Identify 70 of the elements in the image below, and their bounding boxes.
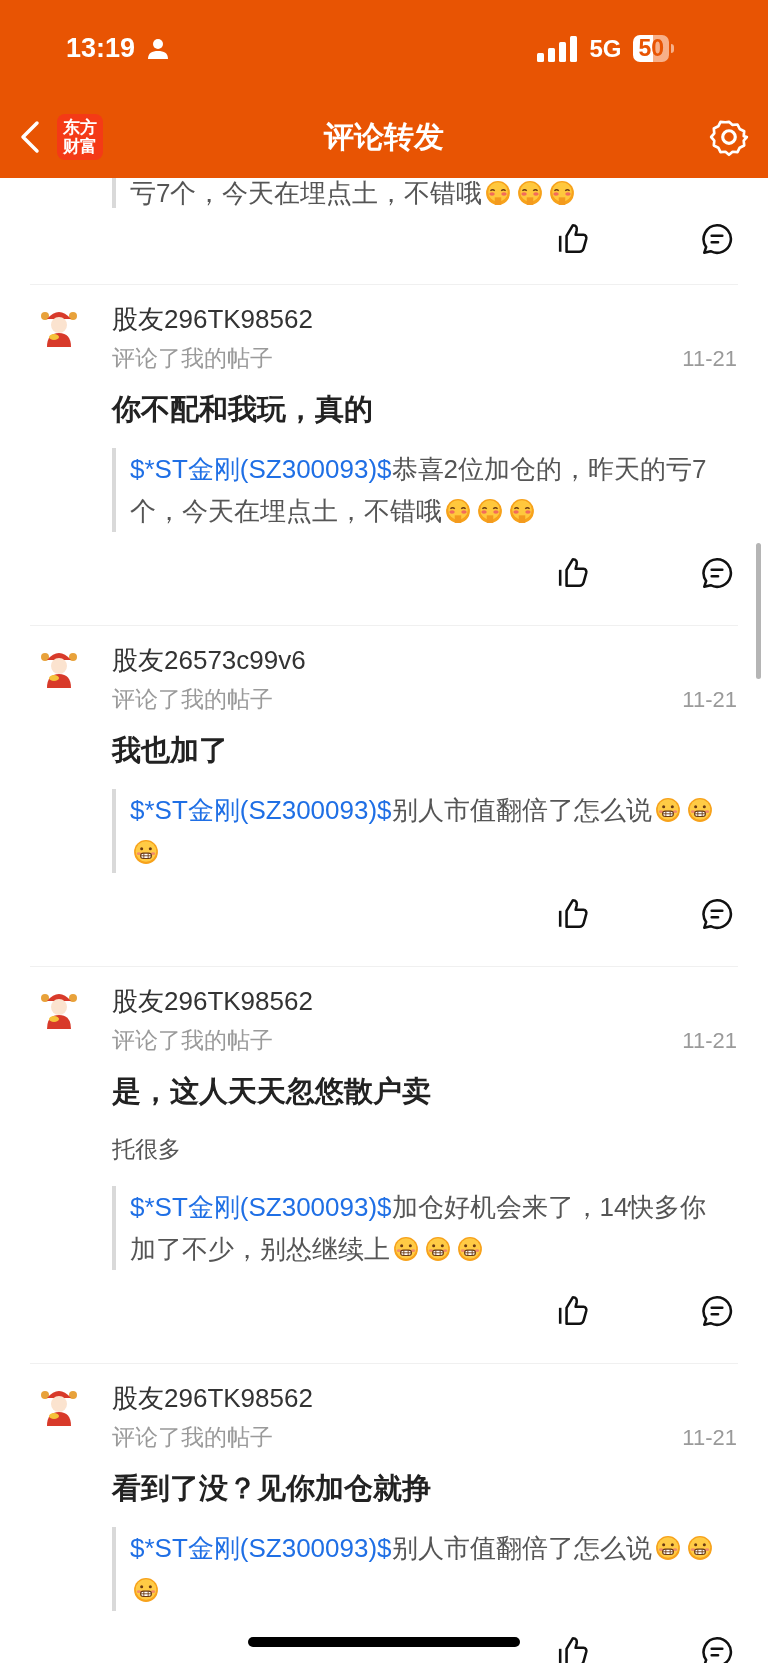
emoji-icon [509,498,535,524]
comment-icon [700,1294,734,1328]
page-title: 评论转发 [324,119,444,155]
comment-button[interactable] [700,222,734,256]
comment-button[interactable] [700,1635,734,1663]
like-button[interactable] [557,222,591,256]
thumbs-up-icon [557,1635,591,1663]
emoji-icon [654,797,681,823]
emoji-icon [549,180,576,206]
activity-label: 评论了我的帖子 [112,1025,273,1055]
quote-text: $*ST金刚(SZ300093)$加仓好机会来了，14快多你加了不少，别怂继续上 [130,1191,708,1266]
signal-icon [537,35,578,62]
comment-text: 你不配和我玩，真的 [112,392,374,426]
user-name[interactable]: 股友296TK98562 [112,305,768,333]
user-name[interactable]: 股友296TK98562 [112,987,768,1015]
like-button[interactable] [557,1294,591,1328]
thumbs-up-icon [557,556,591,590]
activity-label: 评论了我的帖子 [112,684,273,714]
app-logo: 东方财富 [57,113,103,160]
comment-date: 11-21 [682,1026,737,1055]
back-icon [20,119,40,154]
thumbs-up-icon [557,897,591,931]
emoji-icon [517,180,544,206]
thumbs-up-icon [557,222,591,256]
quote-text: $*ST金刚(SZ300093)$别人市值翻倍了怎么说 [130,789,728,873]
emoji-icon [393,1236,419,1262]
emoji-icon [133,1577,159,1603]
comment-button[interactable] [700,897,734,931]
like-button[interactable] [557,556,591,590]
emoji-icon [133,839,159,865]
like-button[interactable] [557,897,591,931]
comment-note: 托很多 [112,1135,182,1163]
comment-button[interactable] [700,556,734,590]
comment-icon [700,556,734,590]
emoji-icon [654,1535,681,1561]
emoji-icon [686,797,713,823]
status-time: 13:19 [66,32,136,66]
comment-date: 11-21 [682,1423,737,1452]
thumbs-up-icon [557,1294,591,1328]
emoji-icon [457,1236,483,1262]
comment-icon [700,1635,734,1663]
comment-icon [700,897,734,931]
comment-date: 11-21 [682,685,737,714]
comment-button[interactable] [700,1294,734,1328]
user-name[interactable]: 股友26573c99v6 [112,646,768,674]
quote-text: $*ST金刚(SZ300093)$别人市值翻倍了怎么说 [130,1527,728,1611]
activity-label: 评论了我的帖子 [112,343,273,373]
comment-text: 是，这人天天忽悠散户卖 [112,1074,432,1108]
emoji-icon [425,1236,451,1262]
comment-text: 我也加了 [112,733,229,767]
emoji-icon [445,498,471,524]
quote-text: $*ST金刚(SZ300093)$恭喜2位加仓的，昨天的亏7个，今天在埋点土，不错哦 [130,453,708,528]
user-name[interactable]: 股友296TK98562 [112,1384,768,1412]
emoji-icon [477,498,503,524]
like-button[interactable] [557,1635,591,1663]
comment-icon [700,222,734,256]
emoji-icon [485,180,512,206]
emoji-icon [686,1535,713,1561]
stock-link[interactable]: $*ST金刚(SZ300093)$ [130,1192,392,1222]
network-label: 5G [589,33,622,64]
back-button[interactable] [20,119,40,154]
battery-icon: 50 [633,35,669,62]
comment-date: 11-21 [682,344,737,373]
comment-text: 看到了没？见你加仓就挣 [112,1471,432,1505]
stock-link[interactable]: $*ST金刚(SZ300093)$ [130,1533,392,1563]
stock-link[interactable]: $*ST金刚(SZ300093)$ [130,795,392,825]
stock-link[interactable]: $*ST金刚(SZ300093)$ [130,454,392,484]
activity-label: 评论了我的帖子 [112,1422,273,1452]
person-icon [147,37,170,60]
quote-text: 亏7个，今天在埋点土，不错哦 [130,178,728,208]
